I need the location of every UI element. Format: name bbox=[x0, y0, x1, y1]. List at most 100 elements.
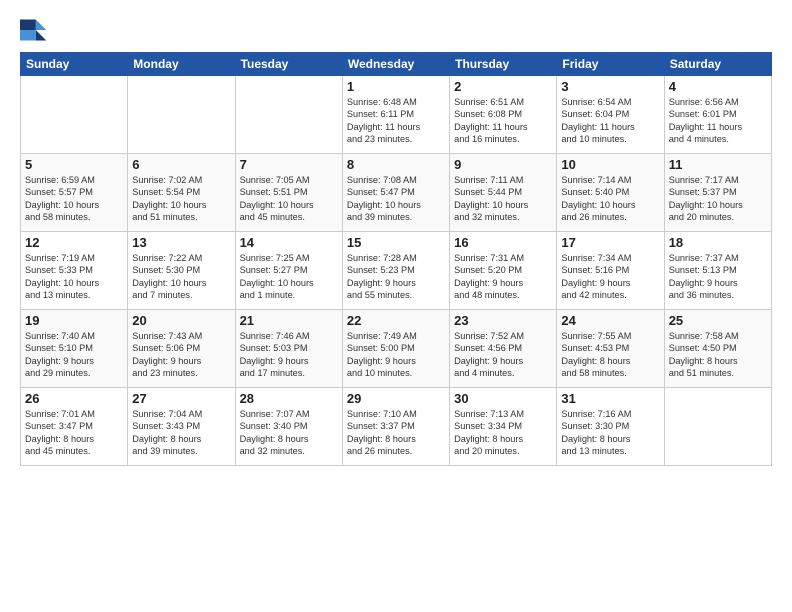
calendar-cell: 29Sunrise: 7:10 AM Sunset: 3:37 PM Dayli… bbox=[342, 388, 449, 466]
day-number: 5 bbox=[25, 157, 123, 172]
day-number: 15 bbox=[347, 235, 445, 250]
day-number: 18 bbox=[669, 235, 767, 250]
day-number: 25 bbox=[669, 313, 767, 328]
day-info: Sunrise: 7:28 AM Sunset: 5:23 PM Dayligh… bbox=[347, 252, 445, 302]
day-number: 7 bbox=[240, 157, 338, 172]
day-info: Sunrise: 7:49 AM Sunset: 5:00 PM Dayligh… bbox=[347, 330, 445, 380]
week-row-3: 19 Sunrise: 7:40 AM Sunset: 5:10 PM Dayli… bbox=[21, 310, 772, 388]
day-number: 19 bbox=[25, 313, 123, 328]
calendar-cell: 5 Sunrise: 6:59 AM Sunset: 5:57 PM Daylig… bbox=[21, 154, 128, 232]
calendar-cell: 3 Sunrise: 6:54 AM Sunset: 6:04 PM Daylig… bbox=[557, 76, 664, 154]
calendar-cell: 23 Sunrise: 7:52 AM Sunset: 4:56 PM Dayli… bbox=[450, 310, 557, 388]
day-number: 17 bbox=[561, 235, 659, 250]
day-number: 11 bbox=[669, 157, 767, 172]
weekday-header-sunday: Sunday bbox=[21, 53, 128, 76]
logo-icon bbox=[20, 16, 48, 44]
day-info: Sunrise: 7:13 AM Sunset: 3:34 PM Dayligh… bbox=[454, 408, 552, 458]
day-number: 6 bbox=[132, 157, 230, 172]
week-row-2: 12 Sunrise: 7:19 AM Sunset: 5:33 PM Dayli… bbox=[21, 232, 772, 310]
day-info: Sunrise: 7:25 AM Sunset: 5:27 PM Dayligh… bbox=[240, 252, 338, 302]
header bbox=[20, 16, 772, 44]
day-number: 16 bbox=[454, 235, 552, 250]
calendar-cell bbox=[128, 76, 235, 154]
week-row-0: 1 Sunrise: 6:48 AM Sunset: 6:11 PM Daylig… bbox=[21, 76, 772, 154]
day-info: Sunrise: 7:16 AM Sunset: 3:30 PM Dayligh… bbox=[561, 408, 659, 458]
day-info: Sunrise: 7:40 AM Sunset: 5:10 PM Dayligh… bbox=[25, 330, 123, 380]
calendar-cell: 25Sunrise: 7:58 AM Sunset: 4:50 PM Dayli… bbox=[664, 310, 771, 388]
day-info: Sunrise: 6:59 AM Sunset: 5:57 PM Dayligh… bbox=[25, 174, 123, 224]
calendar-cell: 4 Sunrise: 6:56 AM Sunset: 6:01 PM Daylig… bbox=[664, 76, 771, 154]
day-info: Sunrise: 6:56 AM Sunset: 6:01 PM Dayligh… bbox=[669, 96, 767, 146]
day-info: Sunrise: 7:52 AM Sunset: 4:56 PM Dayligh… bbox=[454, 330, 552, 380]
day-info: Sunrise: 7:46 AM Sunset: 5:03 PM Dayligh… bbox=[240, 330, 338, 380]
day-info: Sunrise: 7:10 AM Sunset: 3:37 PM Dayligh… bbox=[347, 408, 445, 458]
calendar-cell bbox=[664, 388, 771, 466]
day-number: 27 bbox=[132, 391, 230, 406]
day-number: 3 bbox=[561, 79, 659, 94]
day-number: 12 bbox=[25, 235, 123, 250]
day-info: Sunrise: 7:19 AM Sunset: 5:33 PM Dayligh… bbox=[25, 252, 123, 302]
weekday-header-tuesday: Tuesday bbox=[235, 53, 342, 76]
calendar-cell: 11 Sunrise: 7:17 AM Sunset: 5:37 PM Dayli… bbox=[664, 154, 771, 232]
day-number: 28 bbox=[240, 391, 338, 406]
day-number: 24 bbox=[561, 313, 659, 328]
day-info: Sunrise: 7:05 AM Sunset: 5:51 PM Dayligh… bbox=[240, 174, 338, 224]
calendar-cell: 10Sunrise: 7:14 AM Sunset: 5:40 PM Dayli… bbox=[557, 154, 664, 232]
weekday-header-friday: Friday bbox=[557, 53, 664, 76]
day-number: 23 bbox=[454, 313, 552, 328]
day-number: 1 bbox=[347, 79, 445, 94]
day-number: 9 bbox=[454, 157, 552, 172]
logo bbox=[20, 16, 52, 44]
calendar-cell: 19 Sunrise: 7:40 AM Sunset: 5:10 PM Dayli… bbox=[21, 310, 128, 388]
calendar-cell: 8 Sunrise: 7:08 AM Sunset: 5:47 PM Daylig… bbox=[342, 154, 449, 232]
day-info: Sunrise: 6:54 AM Sunset: 6:04 PM Dayligh… bbox=[561, 96, 659, 146]
calendar-cell: 14Sunrise: 7:25 AM Sunset: 5:27 PM Dayli… bbox=[235, 232, 342, 310]
calendar-cell bbox=[235, 76, 342, 154]
day-info: Sunrise: 7:37 AM Sunset: 5:13 PM Dayligh… bbox=[669, 252, 767, 302]
day-number: 8 bbox=[347, 157, 445, 172]
calendar-cell: 9Sunrise: 7:11 AM Sunset: 5:44 PM Daylig… bbox=[450, 154, 557, 232]
day-number: 22 bbox=[347, 313, 445, 328]
day-number: 21 bbox=[240, 313, 338, 328]
day-number: 31 bbox=[561, 391, 659, 406]
day-info: Sunrise: 7:43 AM Sunset: 5:06 PM Dayligh… bbox=[132, 330, 230, 380]
day-info: Sunrise: 7:14 AM Sunset: 5:40 PM Dayligh… bbox=[561, 174, 659, 224]
day-number: 20 bbox=[132, 313, 230, 328]
day-info: Sunrise: 7:31 AM Sunset: 5:20 PM Dayligh… bbox=[454, 252, 552, 302]
calendar: SundayMondayTuesdayWednesdayThursdayFrid… bbox=[20, 52, 772, 466]
day-info: Sunrise: 7:07 AM Sunset: 3:40 PM Dayligh… bbox=[240, 408, 338, 458]
calendar-cell: 22 Sunrise: 7:49 AM Sunset: 5:00 PM Dayli… bbox=[342, 310, 449, 388]
day-info: Sunrise: 7:08 AM Sunset: 5:47 PM Dayligh… bbox=[347, 174, 445, 224]
day-number: 2 bbox=[454, 79, 552, 94]
calendar-cell: 16 Sunrise: 7:31 AM Sunset: 5:20 PM Dayli… bbox=[450, 232, 557, 310]
calendar-cell bbox=[21, 76, 128, 154]
calendar-cell: 13 Sunrise: 7:22 AM Sunset: 5:30 PM Dayli… bbox=[128, 232, 235, 310]
weekday-header-wednesday: Wednesday bbox=[342, 53, 449, 76]
calendar-cell: 6Sunrise: 7:02 AM Sunset: 5:54 PM Daylig… bbox=[128, 154, 235, 232]
calendar-cell: 7 Sunrise: 7:05 AM Sunset: 5:51 PM Daylig… bbox=[235, 154, 342, 232]
day-info: Sunrise: 7:55 AM Sunset: 4:53 PM Dayligh… bbox=[561, 330, 659, 380]
day-number: 13 bbox=[132, 235, 230, 250]
calendar-cell: 31 Sunrise: 7:16 AM Sunset: 3:30 PM Dayli… bbox=[557, 388, 664, 466]
week-row-1: 5 Sunrise: 6:59 AM Sunset: 5:57 PM Daylig… bbox=[21, 154, 772, 232]
calendar-cell: 15 Sunrise: 7:28 AM Sunset: 5:23 PM Dayli… bbox=[342, 232, 449, 310]
weekday-header-row: SundayMondayTuesdayWednesdayThursdayFrid… bbox=[21, 53, 772, 76]
day-info: Sunrise: 7:22 AM Sunset: 5:30 PM Dayligh… bbox=[132, 252, 230, 302]
calendar-cell: 12 Sunrise: 7:19 AM Sunset: 5:33 PM Dayli… bbox=[21, 232, 128, 310]
day-info: Sunrise: 7:04 AM Sunset: 3:43 PM Dayligh… bbox=[132, 408, 230, 458]
calendar-cell: 20 Sunrise: 7:43 AM Sunset: 5:06 PM Dayli… bbox=[128, 310, 235, 388]
calendar-cell: 17 Sunrise: 7:34 AM Sunset: 5:16 PM Dayli… bbox=[557, 232, 664, 310]
calendar-cell: 24 Sunrise: 7:55 AM Sunset: 4:53 PM Dayli… bbox=[557, 310, 664, 388]
weekday-header-monday: Monday bbox=[128, 53, 235, 76]
day-info: Sunrise: 7:34 AM Sunset: 5:16 PM Dayligh… bbox=[561, 252, 659, 302]
week-row-4: 26Sunrise: 7:01 AM Sunset: 3:47 PM Dayli… bbox=[21, 388, 772, 466]
day-info: Sunrise: 6:48 AM Sunset: 6:11 PM Dayligh… bbox=[347, 96, 445, 146]
weekday-header-saturday: Saturday bbox=[664, 53, 771, 76]
day-number: 30 bbox=[454, 391, 552, 406]
day-info: Sunrise: 6:51 AM Sunset: 6:08 PM Dayligh… bbox=[454, 96, 552, 146]
calendar-cell: 27 Sunrise: 7:04 AM Sunset: 3:43 PM Dayli… bbox=[128, 388, 235, 466]
day-number: 4 bbox=[669, 79, 767, 94]
day-info: Sunrise: 7:01 AM Sunset: 3:47 PM Dayligh… bbox=[25, 408, 123, 458]
calendar-cell: 21 Sunrise: 7:46 AM Sunset: 5:03 PM Dayli… bbox=[235, 310, 342, 388]
day-info: Sunrise: 7:17 AM Sunset: 5:37 PM Dayligh… bbox=[669, 174, 767, 224]
